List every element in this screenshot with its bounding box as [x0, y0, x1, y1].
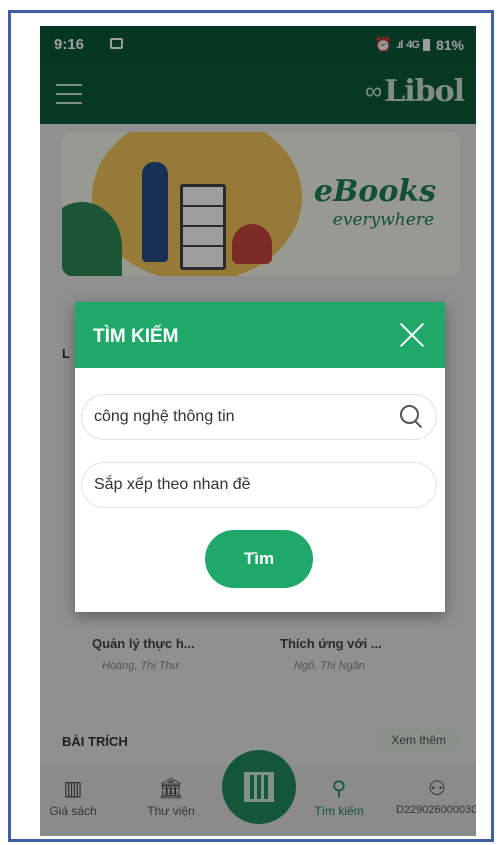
sort-select-value: Sắp xếp theo nhan đề — [94, 476, 251, 493]
close-icon[interactable] — [397, 320, 427, 350]
phone-screen: 9:16 ⏰ .ıl 4G 81% ∞ Libol eBooks everywh… — [40, 26, 476, 836]
dialog-header: TÌM KIẾM — [75, 302, 445, 368]
search-dialog: TÌM KIẾM Sắp xếp theo nhan đề Tìm — [75, 302, 445, 612]
dialog-title: TÌM KIẾM — [93, 326, 179, 347]
search-input[interactable] — [94, 395, 384, 439]
search-field — [81, 394, 437, 440]
search-submit-button[interactable]: Tìm — [205, 530, 313, 588]
sort-select[interactable]: Sắp xếp theo nhan đề — [81, 462, 437, 508]
search-icon[interactable] — [400, 405, 424, 429]
